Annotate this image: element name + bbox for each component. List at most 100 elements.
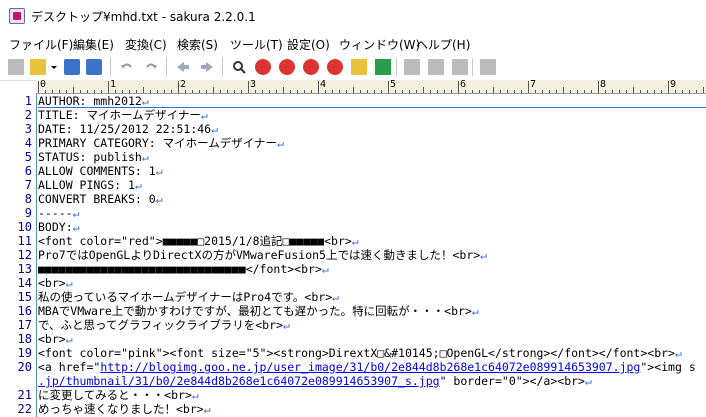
- ruler-label: 2: [180, 79, 187, 90]
- ruler-label: 9: [670, 79, 677, 90]
- ruler-tick: [612, 90, 613, 93]
- text-line[interactable]: STATUS: publish↵: [38, 150, 149, 164]
- text-line[interactable]: MBAでVMware上で動かすわけですが、最初とても遅かった。特に回転が・・・<…: [38, 304, 479, 318]
- save-all-icon[interactable]: [86, 59, 102, 75]
- save-icon[interactable]: [64, 59, 80, 75]
- text-line[interactable]: TITLE: マイホームデザイナー↵: [38, 108, 208, 122]
- settings-icon[interactable]: [452, 59, 468, 75]
- ruler-tick: [283, 87, 284, 93]
- menu-file[interactable]: ファイル(F): [9, 36, 73, 53]
- ruler-tick: [689, 90, 690, 93]
- menu-help[interactable]: ヘルプ(H): [416, 36, 470, 53]
- column-ruler: 0 1 2 3 4 5 6 7 8 9: [36, 79, 706, 94]
- text-line[interactable]: 私の使っているマイホームデザイナーはPro4です。<br>↵: [38, 290, 339, 304]
- text-line[interactable]: ■■■■■■■■■■■■■■■■■■■■■■■■■■■■■■</font><br…: [38, 262, 329, 276]
- line-number: [2, 374, 32, 388]
- back-icon[interactable]: [175, 59, 191, 75]
- line-number: 10: [17, 220, 32, 234]
- text-line[interactable]: ALLOW PINGS: 1↵: [38, 178, 142, 192]
- forward-icon[interactable]: [199, 59, 215, 75]
- ruler-tick: [115, 90, 116, 93]
- window-list-icon[interactable]: [480, 59, 496, 75]
- text-line[interactable]: <a href="http://blogimg.goo.ne.jp/user_i…: [38, 360, 696, 374]
- outline-icon[interactable]: [404, 59, 420, 75]
- line-number: 16: [17, 304, 32, 318]
- ruler-tick: [262, 90, 263, 93]
- ruler-tick: [654, 90, 655, 93]
- ruler-tick: [248, 81, 249, 93]
- ruler-tick: [199, 90, 200, 93]
- text-line[interactable]: <br>↵: [38, 332, 73, 346]
- text-line[interactable]: AUTHOR: mmh2012↵: [38, 94, 149, 108]
- ruler-label: 5: [390, 79, 397, 90]
- ruler-tick: [682, 90, 683, 93]
- new-file-icon[interactable]: [8, 59, 24, 75]
- line-number: 13: [17, 262, 32, 276]
- ruler-tick: [101, 90, 102, 93]
- ruler-tick: [381, 90, 382, 93]
- ruler-tick: [437, 90, 438, 93]
- text-line[interactable]: <br>↵: [38, 276, 73, 290]
- toolbar-separator: [396, 58, 397, 76]
- ruler-tick: [136, 90, 137, 93]
- search-next-icon[interactable]: [255, 59, 271, 75]
- redo-icon[interactable]: [143, 59, 159, 75]
- ruler-tick: [290, 90, 291, 93]
- ruler-tick: [150, 90, 151, 93]
- ruler-tick: [45, 90, 46, 93]
- ruler-tick: [304, 90, 305, 93]
- text-line[interactable]: -----↵: [38, 206, 80, 220]
- ruler-label: 8: [600, 79, 607, 90]
- menu-tools[interactable]: ツール(T): [230, 36, 283, 53]
- line-number: 8: [24, 192, 32, 206]
- undo-icon[interactable]: [119, 59, 135, 75]
- line-break-mark: ↵: [72, 220, 80, 234]
- text-line[interactable]: <font color="red">■■■■■□2015/1/8追記□■■■■■…: [38, 234, 359, 248]
- menu-edit[interactable]: 編集(E): [73, 36, 114, 53]
- text-line[interactable]: CONVERT BREAKS: 0↵: [38, 192, 163, 206]
- ruler-tick: [227, 90, 228, 93]
- replace-icon[interactable]: [303, 59, 319, 75]
- tag-jump-icon[interactable]: [375, 59, 391, 75]
- line-number: 20: [17, 360, 32, 374]
- ruler-label: 4: [320, 79, 327, 90]
- ruler-tick: [549, 90, 550, 93]
- text-editor[interactable]: AUTHOR: mmh2012↵ TITLE: マイホームデザイナー↵ DATE: …: [38, 94, 706, 417]
- font-icon[interactable]: [428, 59, 444, 75]
- text-line[interactable]: で、ふと思ってグラフィックライブラリを<br>↵: [38, 318, 290, 332]
- search-icon[interactable]: [231, 59, 247, 75]
- sakura-app-icon[interactable]: [9, 8, 25, 24]
- text-line[interactable]: <font color="pink"><font size="5"><stron…: [38, 346, 682, 360]
- hyperlink[interactable]: .jp/thumbnail/31/b0/2e844d8b268e1c64072e…: [38, 374, 440, 388]
- line-break-mark: ↵: [321, 262, 329, 276]
- text-line[interactable]: Pro7ではOpenGLよりDirectXの方がVMwareFusion5上では…: [38, 248, 487, 262]
- menu-settings[interactable]: 設定(O): [287, 36, 330, 53]
- text-line[interactable]: PRIMARY CATEGORY: マイホームデザイナー↵: [38, 136, 284, 150]
- text-line[interactable]: DATE: 11/25/2012 22:51:46↵: [38, 122, 218, 136]
- menu-search[interactable]: 検索(S): [177, 36, 218, 53]
- line-break-mark: ↵: [351, 234, 359, 248]
- text-line[interactable]: に変更してみると・・・<br>↵: [38, 388, 199, 402]
- search-prev-icon[interactable]: [279, 59, 295, 75]
- dropdown-arrow-icon[interactable]: [50, 59, 58, 75]
- line-break-mark: ↵: [471, 304, 479, 318]
- ruler-tick: [66, 90, 67, 93]
- ruler-tick: [73, 87, 74, 93]
- gutter-divider: [36, 94, 37, 417]
- hyperlink[interactable]: http://blogimg.goo.ne.jp/user_image/31/b…: [100, 360, 640, 374]
- line-number: 4: [24, 136, 32, 150]
- bookmark-icon[interactable]: [351, 59, 367, 75]
- text-line[interactable]: .jp/thumbnail/31/b0/2e844d8b268e1c64072e…: [38, 374, 592, 388]
- cursor-line-underline: [38, 107, 706, 108]
- line-number: 5: [24, 150, 32, 164]
- text-line[interactable]: ALLOW COMMENTS: 1↵: [38, 164, 163, 178]
- ruler-tick: [619, 90, 620, 93]
- menu-window[interactable]: ウィンドウ(W): [339, 36, 420, 53]
- ruler-tick: [87, 90, 88, 93]
- grep-icon[interactable]: [327, 59, 343, 75]
- text-line[interactable]: めっちゃ速くなりました！<br>↵: [38, 402, 211, 416]
- open-folder-icon[interactable]: [30, 59, 46, 75]
- ruler-tick: [367, 90, 368, 93]
- menu-convert[interactable]: 変換(C): [125, 36, 167, 53]
- text-line[interactable]: BODY:↵: [38, 220, 80, 234]
